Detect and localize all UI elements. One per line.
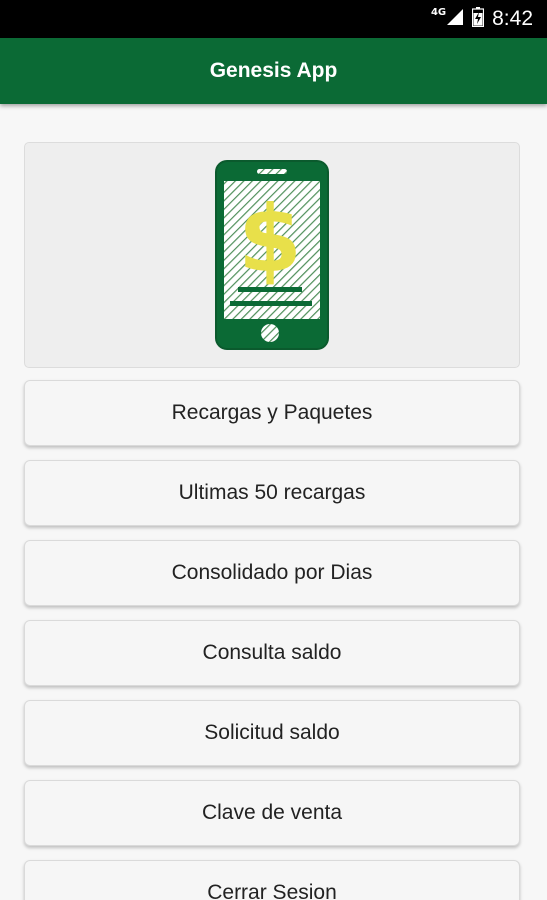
app-title: Genesis App [209, 59, 338, 82]
clave-venta-button[interactable]: Clave de venta [24, 780, 520, 846]
banner-image: $ [24, 142, 520, 368]
battery-icon [472, 6, 485, 32]
ultimas-recargas-button[interactable]: Ultimas 50 recargas [24, 460, 520, 526]
svg-text:$: $ [238, 186, 302, 293]
signal-icon [446, 8, 464, 31]
recargas-paquetes-button[interactable]: Recargas y Paquetes [24, 380, 520, 446]
clock: 8:42 [492, 7, 533, 30]
cerrar-sesion-button[interactable]: Cerrar Sesion [24, 860, 520, 900]
main-menu: Recargas y Paquetes Ultimas 50 recargas … [24, 380, 520, 900]
solicitud-saldo-button[interactable]: Solicitud saldo [24, 700, 520, 766]
status-icons: 4G 8:42 [431, 0, 533, 38]
phone-dollar-icon: $ [215, 160, 329, 350]
consolidado-dias-button[interactable]: Consolidado por Dias [24, 540, 520, 606]
app-bar: Genesis App [0, 38, 547, 104]
consulta-saldo-button[interactable]: Consulta saldo [24, 620, 520, 686]
status-bar: 4G 8:42 [0, 0, 547, 38]
network-type-label: 4G [430, 6, 447, 18]
main-content: $ Recargas y Paquetes Ultimas 50 recarga… [0, 104, 547, 900]
